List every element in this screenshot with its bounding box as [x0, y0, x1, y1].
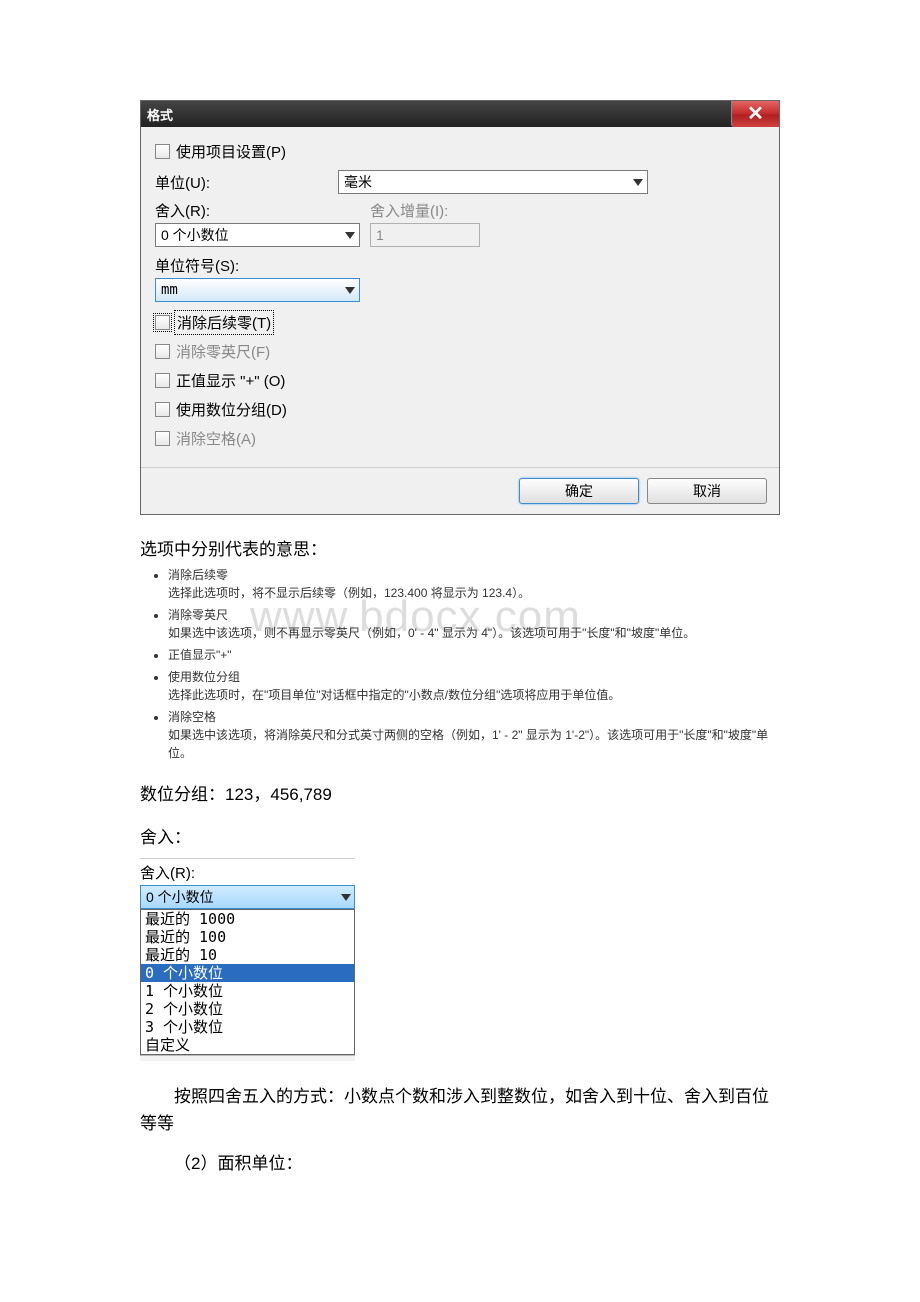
explain-item-title: 正值显示"+" [168, 648, 232, 662]
unit-symbol-value: mm [161, 282, 178, 298]
rounding-increment-label: 舍入增量(I): [370, 200, 480, 221]
units-combobox[interactable]: 毫米 [338, 170, 648, 194]
rounding-increment-input: 1 [370, 223, 480, 247]
dropdown-option[interactable]: 3 个小数位 [141, 1018, 354, 1036]
explain-list: 消除后续零 选择此选项时，将不显示后续零（例如，123.400 将显示为 123… [140, 566, 780, 762]
unit-symbol-label: 单位符号(S): [155, 255, 360, 276]
dropdown-option[interactable]: 最近的 1000 [141, 910, 354, 928]
close-icon: ✕ [747, 104, 764, 124]
dropdown-option[interactable]: 最近的 100 [141, 928, 354, 946]
chevron-down-icon [345, 232, 355, 239]
rounding-label: 舍入(R): [155, 200, 360, 221]
chevron-down-icon [341, 894, 351, 901]
use-project-settings-checkbox[interactable] [155, 144, 170, 159]
explain-item-desc: 选择此选项时，在"项目单位"对话框中指定的"小数点/数位分组"选项将应用于单位值… [168, 688, 620, 702]
suppress-spaces-checkbox[interactable] [155, 431, 170, 446]
suppress-zero-feet-checkbox[interactable] [155, 344, 170, 359]
unit-symbol-combobox[interactable]: mm [155, 278, 360, 302]
use-digit-grouping-label: 使用数位分组(D) [176, 399, 287, 420]
explain-heading: 选项中分别代表的意思： [140, 535, 780, 560]
explain-item: 消除空格 如果选中该选项，将消除英尺和分式英寸两侧的空格（例如，1' - 2" … [168, 708, 780, 762]
rounding-row-group: 舍入(R): 0 个小数位 舍入增量(I): 1 [155, 200, 765, 247]
chevron-down-icon [633, 179, 643, 186]
explain-item-title: 消除后续零 [168, 568, 228, 582]
suppress-zero-feet-row: 消除零英尺(F) [155, 341, 765, 362]
footer-paragraph-2: （2）面积单位： [140, 1149, 780, 1174]
rounding-dropdown-label: 舍入(R): [140, 858, 355, 885]
rounding-dropdown-current: 0 个小数位 [146, 887, 214, 907]
explain-item-title: 消除空格 [168, 710, 216, 724]
format-dialog: 格式 ✕ 使用项目设置(P) 单位(U): 毫米 舍入(R): [140, 100, 780, 515]
use-project-settings-label: 使用项目设置(P) [176, 141, 286, 162]
rounding-dropdown-list: 最近的 1000 最近的 100 最近的 10 0 个小数位 1 个小数位 2 … [140, 909, 355, 1055]
dialog-body: 使用项目设置(P) 单位(U): 毫米 舍入(R): 0 个小数位 [141, 127, 779, 467]
use-project-settings-row: 使用项目设置(P) [155, 141, 765, 162]
digit-grouping-line: 数位分组：123，456,789 [140, 780, 780, 805]
ok-button[interactable]: 确定 [519, 478, 639, 504]
show-plus-checkbox[interactable] [155, 373, 170, 388]
explain-item-desc: 选择此选项时，将不显示后续零（例如，123.400 将显示为 123.4）。 [168, 586, 530, 600]
units-value: 毫米 [344, 172, 372, 192]
chevron-down-icon [345, 287, 355, 294]
explain-item: 使用数位分组 选择此选项时，在"项目单位"对话框中指定的"小数点/数位分组"选项… [168, 668, 780, 704]
suppress-trailing-zeros-label: 消除后续零(T) [176, 312, 272, 333]
suppress-trailing-zeros-row: 消除后续零(T) [155, 312, 765, 333]
dropdown-option[interactable]: 最近的 10 [141, 946, 354, 964]
dropdown-option[interactable]: 2 个小数位 [141, 1000, 354, 1018]
dropdown-option[interactable]: 0 个小数位 [141, 964, 354, 982]
explain-item-desc: 如果选中该选项，则不再显示零英尺（例如，0' - 4" 显示为 4"）。该选项可… [168, 626, 695, 640]
show-plus-label: 正值显示 "+" (O) [176, 370, 285, 391]
dialog-footer: 确定 取消 [141, 467, 779, 514]
use-digit-grouping-checkbox[interactable] [155, 402, 170, 417]
dropdown-footer-strip [140, 1055, 355, 1061]
rounding-dropdown-combobox[interactable]: 0 个小数位 [140, 885, 355, 909]
close-button[interactable]: ✕ [731, 101, 779, 127]
cancel-button[interactable]: 取消 [647, 478, 767, 504]
suppress-spaces-label: 消除空格(A) [176, 428, 256, 449]
explain-item: 消除后续零 选择此选项时，将不显示后续零（例如，123.400 将显示为 123… [168, 566, 780, 602]
rounding-combobox[interactable]: 0 个小数位 [155, 223, 360, 247]
explain-item-title: 消除零英尺 [168, 608, 228, 622]
explain-item-title: 使用数位分组 [168, 670, 240, 684]
units-row: 单位(U): 毫米 [155, 170, 765, 194]
suppress-zero-feet-label: 消除零英尺(F) [176, 341, 270, 362]
units-label: 单位(U): [155, 172, 330, 193]
use-digit-grouping-row: 使用数位分组(D) [155, 399, 765, 420]
dropdown-option[interactable]: 1 个小数位 [141, 982, 354, 1000]
rounding-increment-value: 1 [376, 227, 384, 243]
dropdown-option[interactable]: 自定义 [141, 1036, 354, 1054]
show-plus-row: 正值显示 "+" (O) [155, 370, 765, 391]
dialog-title: 格式 [147, 105, 173, 124]
suppress-trailing-zeros-checkbox[interactable] [155, 315, 170, 330]
rounding-line: 舍入： [140, 823, 780, 848]
footer-paragraph-1: 按照四舍五入的方式：小数点个数和涉入到整数位，如舍入到十位、舍入到百位等等 [140, 1083, 780, 1137]
rounding-dropdown-block: 舍入(R): 0 个小数位 最近的 1000 最近的 100 最近的 10 0 … [140, 858, 355, 1061]
explain-item: 消除零英尺 如果选中该选项，则不再显示零英尺（例如，0' - 4" 显示为 4"… [168, 606, 780, 642]
explain-item-desc: 如果选中该选项，将消除英尺和分式英寸两侧的空格（例如，1' - 2" 显示为 1… [168, 728, 768, 760]
explain-item: 正值显示"+" [168, 646, 780, 664]
dialog-titlebar: 格式 ✕ [141, 101, 779, 127]
rounding-value: 0 个小数位 [161, 225, 229, 245]
suppress-spaces-row: 消除空格(A) [155, 428, 765, 449]
